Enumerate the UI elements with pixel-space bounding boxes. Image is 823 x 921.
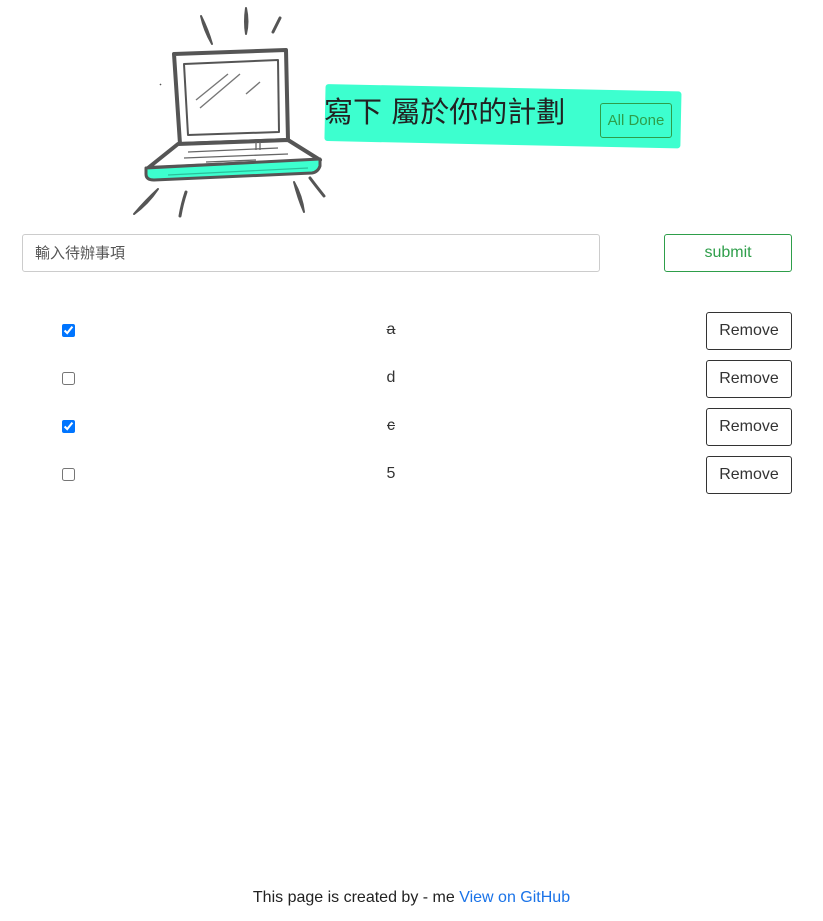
list-item: d Remove bbox=[0, 360, 823, 408]
page-title: 寫下 屬於你的計劃 bbox=[324, 95, 566, 129]
todo-checkbox[interactable] bbox=[62, 372, 75, 385]
github-link[interactable]: View on GitHub bbox=[459, 889, 570, 906]
list-item: c Remove bbox=[0, 408, 823, 456]
remove-button[interactable]: Remove bbox=[706, 360, 792, 398]
todo-checkbox[interactable] bbox=[62, 324, 75, 337]
todo-text: d bbox=[386, 369, 396, 386]
remove-button[interactable]: Remove bbox=[706, 408, 792, 446]
footer-credit: This page is created by - me bbox=[252, 889, 455, 906]
todo-page: 寫下 屬於你的計劃 All Done submit a Remove d Rem… bbox=[0, 0, 823, 921]
all-done-button[interactable]: All Done bbox=[600, 103, 672, 138]
footer: This page is created by - me View on Git… bbox=[0, 889, 823, 907]
list-item: 5 Remove bbox=[0, 456, 823, 504]
list-item: a Remove bbox=[0, 312, 823, 360]
submit-button[interactable]: submit bbox=[664, 234, 792, 272]
remove-button[interactable]: Remove bbox=[706, 456, 792, 494]
laptop-illustration-icon bbox=[133, 7, 326, 218]
todo-text: c bbox=[387, 417, 395, 434]
todo-list: a Remove d Remove c Remove 5 Remove bbox=[0, 312, 823, 504]
todo-checkbox[interactable] bbox=[62, 420, 75, 433]
todo-input[interactable] bbox=[22, 234, 600, 272]
remove-button[interactable]: Remove bbox=[706, 312, 792, 350]
todo-text: 5 bbox=[386, 465, 396, 482]
todo-checkbox[interactable] bbox=[62, 468, 75, 481]
todo-text: a bbox=[386, 321, 396, 338]
